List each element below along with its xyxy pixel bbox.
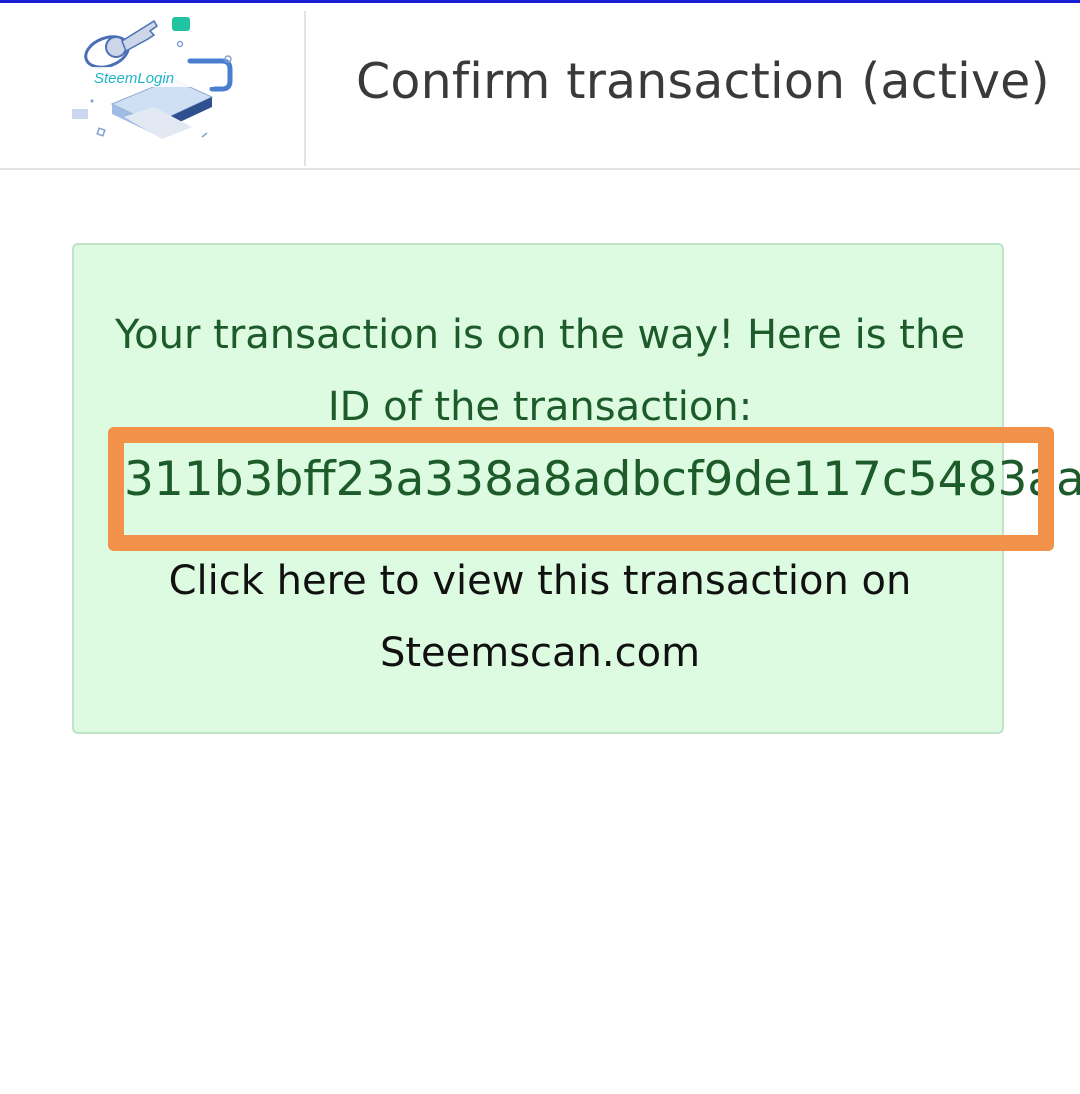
highlight-box xyxy=(108,427,1054,551)
steemscan-link[interactable]: Click here to view this transaction on S… xyxy=(90,545,990,689)
logo-text: SteemLogin xyxy=(94,70,174,87)
alert-message: Your transaction is on the way! Here is … xyxy=(115,312,965,430)
steemlogin-logo: SteemLogin xyxy=(62,9,242,154)
header-divider xyxy=(304,11,306,166)
header: SteemLogin Confirm transaction (active) xyxy=(0,3,1080,170)
page-title: Confirm transaction (active) xyxy=(356,53,1050,110)
logo-illustration: SteemLogin xyxy=(72,17,233,139)
